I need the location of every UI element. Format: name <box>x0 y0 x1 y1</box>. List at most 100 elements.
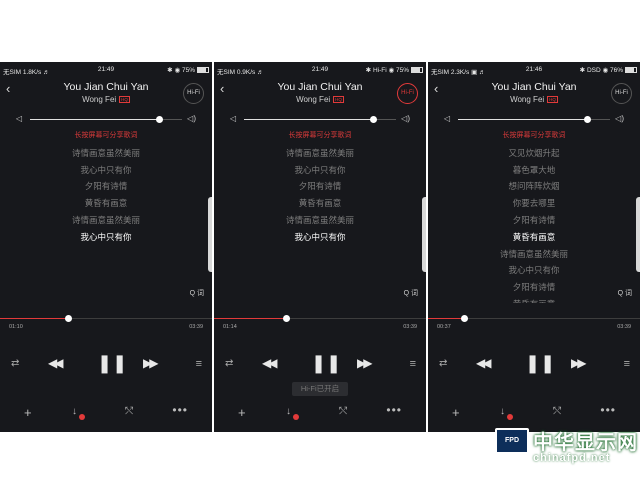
volume-knob[interactable] <box>584 116 592 123</box>
next-icon[interactable]: ▶▶ <box>143 356 159 370</box>
artist-name: Wong Fei <box>296 95 331 104</box>
status-icons: ✱ ◉ 75% <box>167 67 195 74</box>
progress-knob[interactable] <box>283 315 291 322</box>
lyric-line: 诗情画意虽然美丽 <box>285 147 354 158</box>
playlist-icon[interactable]: ≡ <box>196 358 202 370</box>
volume-high-icon: ◁) <box>401 114 410 123</box>
playlist-icon[interactable]: ≡ <box>624 358 630 370</box>
lyric-line: 我心中只有你 <box>80 231 132 242</box>
next-icon[interactable]: ▶▶ <box>357 356 373 370</box>
previous-icon[interactable]: ◀◀ <box>262 356 278 370</box>
volume-track <box>458 116 610 123</box>
repeat-icon[interactable]: ⇄ <box>11 358 19 369</box>
lyric-line: 诗情画意虽然美丽 <box>285 214 354 225</box>
next-icon[interactable]: ▶▶ <box>571 356 587 370</box>
volume-slider[interactable]: ◁ ◁) <box>0 114 212 126</box>
lyrics-view[interactable]: 长按屏幕可分享歌词 诗情画意虽然美丽 我心中只有你 夕阳有诗情 黄昏有画意 诗情画意虽然美… <box>0 128 212 303</box>
volume-track <box>244 116 396 123</box>
hifi-toast: Hi-Fi已开启 <box>292 382 348 396</box>
player-screen-3: 无SIM 2.3K/s ▣ ♬ 21:46 ✱ DSD ◉ 76% ‹ You Jian… <box>428 62 640 432</box>
hifi-toggle-button[interactable]: Hi-Fi <box>611 83 632 104</box>
progress-slider[interactable] <box>428 315 640 323</box>
lyric-line: 诗情画意虽然美丽 <box>71 214 140 225</box>
volume-slider[interactable]: ◁ ◁) <box>428 114 640 126</box>
lyric-line: 我心中只有你 <box>294 231 346 242</box>
previous-icon[interactable]: ◀◀ <box>476 356 492 370</box>
repeat-icon[interactable]: ⇄ <box>439 358 447 369</box>
watermark-url: chinafpd.net <box>533 452 611 464</box>
volume-slider[interactable]: ◁ ◁) <box>214 114 426 126</box>
bottom-actions: + ↓ ⤲ ••• <box>0 403 212 421</box>
status-icons: ✱ DSD ◉ 76% <box>579 67 623 74</box>
lyrics-view[interactable]: 长按屏幕可分享歌词 又见炊烟升起 暮色罩大地 想问阵阵炊烟 你要去哪里 夕阳有诗情 黄昏有画… <box>428 128 640 303</box>
edge-handle[interactable] <box>636 197 640 272</box>
hifi-toggle-button[interactable]: Hi-Fi <box>397 83 418 104</box>
pause-icon[interactable]: ❚❚ <box>525 353 555 374</box>
hifi-toggle-button[interactable]: Hi-Fi <box>183 83 204 104</box>
time-total: 03:39 <box>189 324 203 330</box>
status-bar: 无SIM 0.9K/s ♬ 21:49 ✱ Hi-Fi ◉ 75% <box>214 62 426 76</box>
volume-low-icon: ◁ <box>230 114 237 123</box>
time-elapsed: 01:10 <box>9 324 23 330</box>
status-bar: 无SIM 1.8K/s ♬ 21:49 ✱ ◉ 75% <box>0 62 212 76</box>
system-status: ✱ DSD ◉ 76% <box>580 66 637 74</box>
lyric-search-button[interactable]: Q 词 <box>190 288 204 298</box>
download-badge <box>293 414 299 420</box>
previous-icon[interactable]: ◀◀ <box>48 356 64 370</box>
quality-badge: HQ <box>333 96 344 103</box>
more-icon[interactable]: ••• <box>172 403 188 417</box>
download-badge <box>79 414 85 420</box>
add-icon[interactable]: + <box>452 405 460 420</box>
more-icon[interactable]: ••• <box>600 403 616 417</box>
pause-icon[interactable]: ❚❚ <box>311 353 341 374</box>
more-icon[interactable]: ••• <box>386 403 402 417</box>
repeat-icon[interactable]: ⇄ <box>225 358 233 369</box>
song-artist: Wong Fei HQ <box>428 95 640 104</box>
lyric-line: 暮色罩大地 <box>512 164 556 175</box>
lyrics-share-hint: 长按屏幕可分享歌词 <box>288 132 352 139</box>
progress-slider[interactable] <box>214 315 426 323</box>
monitor-stand <box>505 453 519 456</box>
lyric-line: 黄昏有画意 <box>512 231 556 242</box>
playback-controls: ⇄ ◀◀ ❚❚ ▶▶ ≡ <box>428 353 640 375</box>
share-icon[interactable]: ⤲ <box>339 406 347 417</box>
system-status: ✱ Hi-Fi ◉ 75% <box>366 66 423 74</box>
monitor-logo: FPD <box>495 428 529 454</box>
player-screen-1: 无SIM 1.8K/s ♬ 21:49 ✱ ◉ 75% ‹ You Jian Chui … <box>0 62 212 432</box>
volume-knob[interactable] <box>156 116 164 123</box>
lyric-line: 夕阳有诗情 <box>512 282 556 293</box>
download-icon[interactable]: ↓ <box>72 406 77 417</box>
share-icon[interactable]: ⤲ <box>125 406 133 417</box>
progress-knob[interactable] <box>64 315 72 322</box>
volume-fill <box>244 119 374 120</box>
playlist-icon[interactable]: ≡ <box>410 358 416 370</box>
lyric-line: 你要去哪里 <box>512 198 556 209</box>
song-title: You Jian Chui Yan <box>63 81 149 93</box>
lyrics-view[interactable]: 长按屏幕可分享歌词 诗情画意虽然美丽 我心中只有你 夕阳有诗情 黄昏有画意 诗情画意虽然美… <box>214 128 426 303</box>
volume-fill <box>30 119 160 120</box>
download-icon[interactable]: ↓ <box>286 406 291 417</box>
download-icon[interactable]: ↓ <box>500 406 505 417</box>
pause-icon[interactable]: ❚❚ <box>97 353 127 374</box>
quality-badge: HQ <box>547 96 558 103</box>
add-icon[interactable]: + <box>238 405 246 420</box>
lyric-line: 我心中只有你 <box>508 265 560 276</box>
progress-knob[interactable] <box>461 315 469 322</box>
progress-slider[interactable] <box>0 315 212 323</box>
lyric-search-button[interactable]: Q 词 <box>404 288 418 298</box>
quality-badge: HQ <box>119 96 130 103</box>
watermark-name: 中华显示网 <box>533 432 638 454</box>
edge-handle[interactable] <box>208 197 212 272</box>
lyric-line: 黄昏有画意 <box>298 198 342 209</box>
player-screen-2: 无SIM 0.9K/s ♬ 21:49 ✱ Hi-Fi ◉ 75% ‹ You Jian… <box>214 62 426 432</box>
add-icon[interactable]: + <box>24 405 32 420</box>
time-total: 03:39 <box>617 324 631 330</box>
progress-fill <box>0 318 68 319</box>
status-icons: ✱ Hi-Fi ◉ 75% <box>365 67 409 74</box>
lyric-line: 黄昏有画意 <box>428 296 640 303</box>
lyric-search-button[interactable]: Q 词 <box>618 288 632 298</box>
volume-knob[interactable] <box>370 116 378 123</box>
edge-handle[interactable] <box>422 197 426 272</box>
share-icon[interactable]: ⤲ <box>553 406 561 417</box>
volume-track <box>30 116 182 123</box>
